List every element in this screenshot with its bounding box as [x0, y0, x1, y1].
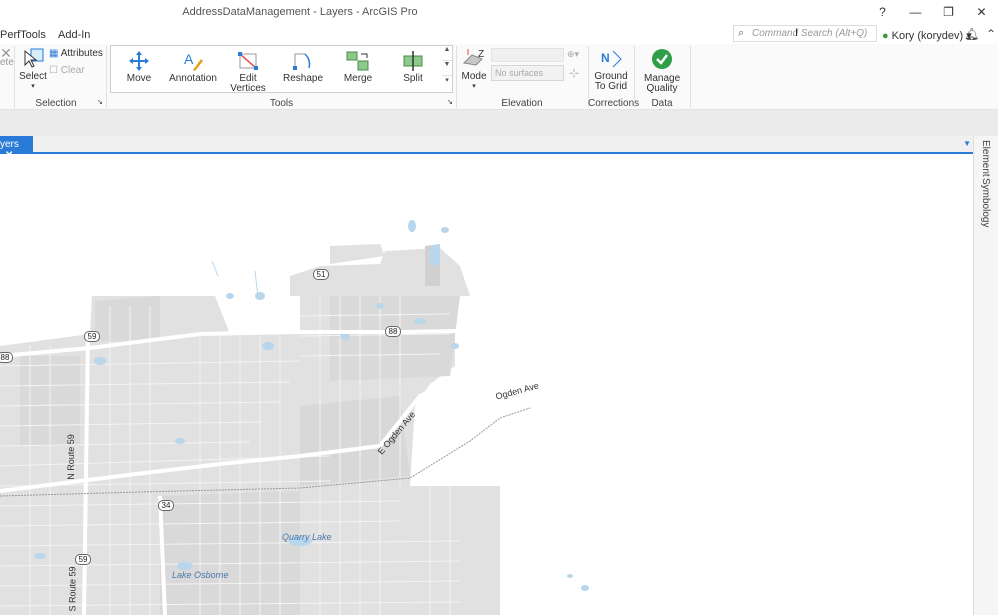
elevation-mode-label: Mode	[461, 71, 487, 82]
reshape-tool[interactable]: Reshape	[275, 50, 331, 84]
ribbon: ✕ ete Select ▾ ▦ Attributes ☐ Clear Sele…	[0, 44, 998, 120]
annotation-icon: A	[184, 51, 203, 71]
clear-icon: ☐	[49, 65, 58, 76]
map-view[interactable]: Ogden Ave E Ogden Ave N Route 59 S Route…	[0, 156, 973, 615]
ground-to-grid-icon: N	[601, 50, 622, 68]
merge-icon	[346, 51, 369, 71]
elevation-pick-icon: ⊹	[569, 66, 580, 80]
elevation-group-label: Elevation	[501, 98, 543, 109]
title-bar: AddressDataManagement - Layers - ArcGIS …	[0, 0, 998, 24]
selection-group-label: Selection	[35, 98, 77, 109]
route-shield: 34	[158, 500, 174, 511]
annotation-tool[interactable]: A Annotation	[165, 50, 221, 84]
select-cursor-icon	[24, 48, 44, 68]
corrections-group-label: Corrections	[588, 98, 640, 109]
tab-add-in[interactable]: Add-In	[58, 29, 90, 41]
edit-vertices-label: Edit Vertices	[230, 73, 266, 94]
annotation-label: Annotation	[169, 73, 217, 84]
user-name: Kory (korydev)	[891, 30, 964, 42]
minimize-button[interactable]: —	[899, 0, 932, 24]
tools-launcher-icon[interactable]: ↘	[447, 98, 453, 106]
user-icon: ●	[882, 30, 889, 42]
split-tool[interactable]: Split	[385, 50, 441, 84]
tab-perftools[interactable]: PerfTools	[0, 29, 46, 41]
reshape-label: Reshape	[282, 73, 324, 84]
svg-text:N: N	[601, 51, 610, 65]
reshape-icon	[293, 53, 311, 70]
user-account[interactable]: ● Kory (korydev) ▾	[882, 29, 972, 42]
edit-vertices-tool[interactable]: Edit Vertices	[220, 50, 276, 94]
elevation-spin-icon: ⊕▾	[567, 49, 580, 59]
road-label: S Route 59	[67, 566, 78, 612]
merge-tool[interactable]: Merge	[330, 50, 386, 84]
manage-quality-button[interactable]: Manage Quality	[638, 47, 686, 94]
window-controls: ? — ❐ ✕	[866, 0, 998, 24]
delete-button-partial[interactable]: ✕ ete	[0, 46, 14, 68]
route-shield: 59	[75, 554, 91, 565]
manage-quality-label: Manage Quality	[644, 73, 681, 94]
clear-button[interactable]: ☐ Clear	[49, 65, 85, 76]
tools-group-label: Tools	[269, 98, 294, 109]
road-label: N Route 59	[65, 434, 76, 480]
attributes-button[interactable]: ▦ Attributes	[49, 48, 103, 59]
delete-label: ete	[0, 57, 14, 68]
split-label: Split	[403, 73, 423, 84]
selection-launcher-icon[interactable]: ↘	[97, 98, 103, 106]
tools-gallery-scroll[interactable]: ▲ ▼ ▾	[442, 46, 452, 92]
restore-button[interactable]: ❐	[932, 0, 965, 24]
select-button[interactable]: Select ▾	[18, 47, 48, 92]
attributes-icon: ▦	[49, 48, 59, 59]
elevation-mode-button[interactable]: Z Mode ▾	[460, 47, 488, 92]
route-shield: 59	[84, 331, 100, 342]
check-circle-icon	[652, 49, 672, 69]
help-button[interactable]: ?	[866, 0, 899, 24]
tab-list-dropdown-icon[interactable]: ▼	[963, 139, 971, 148]
ground-to-grid-button[interactable]: N Ground To Grid	[590, 47, 632, 92]
toolbar-strip	[0, 110, 998, 136]
route-shield: 88	[385, 326, 401, 337]
move-label: Move	[126, 73, 152, 84]
text-cursor-icon: Ι	[795, 27, 799, 39]
tools-gallery: Move A Annotation Edit Vertices Reshape	[110, 45, 453, 94]
split-icon	[403, 51, 423, 71]
attributes-label: Attributes	[60, 48, 103, 59]
edit-vertices-icon	[238, 52, 258, 70]
scroll-up-icon[interactable]: ▲	[442, 46, 452, 61]
view-tab-bar: yers ✕ ▼	[0, 136, 973, 161]
tab-element[interactable]: Element	[980, 140, 991, 177]
merge-label: Merge	[343, 73, 373, 84]
tab-layers-map[interactable]: yers ✕	[0, 136, 33, 161]
gallery-expand-icon[interactable]: ▾	[442, 76, 452, 91]
tab-symbology[interactable]: Symbology	[980, 178, 991, 227]
close-button[interactable]: ✕	[965, 0, 998, 24]
elevation-mode-icon: Z	[462, 49, 484, 66]
command-search-input[interactable]: ⌕ Command Search (Alt+Q)	[733, 25, 877, 42]
route-shield: 88	[0, 352, 13, 363]
move-icon	[129, 51, 149, 71]
move-tool[interactable]: Move	[111, 50, 167, 84]
notification-bell-icon[interactable]: 🔔︎	[964, 27, 979, 41]
side-panel-tabs: Element Symbology	[973, 136, 998, 615]
elevation-value-field	[491, 48, 564, 62]
route-shield: 51	[313, 269, 329, 280]
lake-label: Quarry Lake	[282, 532, 332, 542]
collapse-ribbon-icon[interactable]: ⌃	[986, 27, 996, 41]
ground-to-grid-label: Ground To Grid	[594, 71, 628, 92]
basemap	[0, 220, 589, 615]
select-label: Select	[19, 71, 47, 82]
lake-label: Lake Osborne	[172, 570, 229, 580]
search-placeholder: Command Search (Alt+Q)	[752, 28, 868, 39]
svg-text:A: A	[184, 51, 194, 67]
surfaces-dropdown[interactable]: No surfaces	[491, 65, 564, 81]
search-icon: ⌕	[738, 27, 745, 39]
tab-layers-label: yers	[0, 139, 19, 150]
scroll-down-icon[interactable]: ▼	[442, 61, 452, 76]
window-title: AddressDataManagement - Layers - ArcGIS …	[182, 6, 418, 18]
svg-text:Z: Z	[478, 49, 484, 60]
clear-label: Clear	[60, 65, 85, 76]
